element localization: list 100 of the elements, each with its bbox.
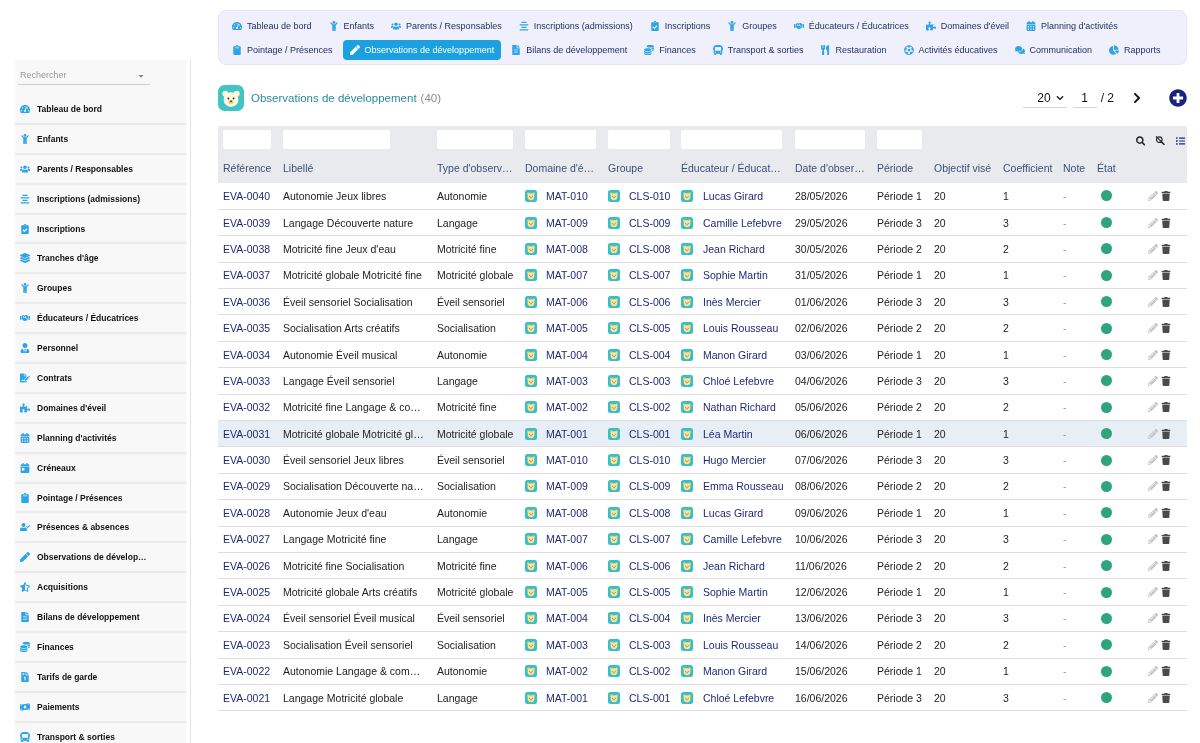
reference-link[interactable]: EVA-0030 xyxy=(223,454,271,467)
reference-link[interactable]: EVA-0038 xyxy=(223,242,271,255)
reference-link[interactable]: EVA-0033 xyxy=(223,374,271,387)
search-field[interactable]: Rechercher xyxy=(18,66,150,85)
nav-tab[interactable]: Inscriptions xyxy=(642,16,718,36)
reference-link[interactable]: EVA-0025 xyxy=(223,586,271,599)
group-link[interactable]: CLS-002 xyxy=(629,665,671,678)
sidebar-item[interactable]: Parents / Responsables xyxy=(15,154,186,185)
table-row[interactable]: EVA-0021 Langage Motricité globale Langage MAT-001 CLS-001 Chloé Lefebvre 16/06/2026 Période 3 20 3 - xyxy=(218,684,1187,711)
sidebar-item[interactable]: Inscriptions xyxy=(15,214,186,245)
domain-link[interactable]: MAT-010 xyxy=(546,189,588,202)
reference-link[interactable]: EVA-0028 xyxy=(223,506,271,519)
educator-link[interactable]: Chloé Lefebvre xyxy=(703,374,775,387)
column-header[interactable]: Groupe xyxy=(603,153,676,183)
domain-link[interactable]: MAT-006 xyxy=(546,295,588,308)
group-link[interactable]: CLS-002 xyxy=(629,401,671,414)
domain-link[interactable]: MAT-002 xyxy=(546,401,588,414)
trash-icon[interactable] xyxy=(1161,217,1171,228)
table-row[interactable]: EVA-0023 Socialisation Éveil sensoriel Socialisation MAT-003 CLS-003 Louis Rousseau 14/06/2026 Période 2 20 2 - xyxy=(218,631,1187,659)
column-header[interactable]: Période xyxy=(872,153,929,183)
group-link[interactable]: CLS-006 xyxy=(629,295,671,308)
table-row[interactable]: EVA-0022 Autonomie Langage & com… Autonomie MAT-002 CLS-002 Manon Girard 15/06/2026 Période 1 20 1 - xyxy=(218,658,1187,685)
educator-link[interactable]: Louis Rousseau xyxy=(703,322,779,335)
sidebar-item[interactable]: Personnel xyxy=(15,334,186,364)
educator-link[interactable]: Inès Mercier xyxy=(703,295,761,308)
table-row[interactable]: EVA-0038 Motricité fine Jeux d'eau Motricité fine MAT-008 CLS-008 Jean Richard 30/05/2026 Période 2 20 2 - xyxy=(218,235,1187,263)
sidebar-item[interactable]: Tarifs de garde xyxy=(15,662,186,693)
reference-link[interactable]: EVA-0039 xyxy=(223,216,271,229)
sidebar-item[interactable]: Finances xyxy=(15,633,186,663)
domain-link[interactable]: MAT-006 xyxy=(546,559,588,572)
nav-tab[interactable]: Pointage / Présences xyxy=(225,40,340,60)
nav-tab[interactable]: Parents / Responsables xyxy=(384,16,509,36)
sidebar-item[interactable]: Contrats xyxy=(15,364,186,394)
nav-tab[interactable]: Enfants xyxy=(321,16,382,36)
sidebar-item[interactable]: Planning d'activités xyxy=(15,423,186,454)
educator-link[interactable]: Emma Rousseau xyxy=(703,480,784,493)
group-link[interactable]: CLS-010 xyxy=(629,454,671,467)
trash-icon[interactable] xyxy=(1161,507,1171,518)
group-link[interactable]: CLS-009 xyxy=(629,216,671,229)
sidebar-item[interactable]: Transport & sorties xyxy=(15,722,186,743)
sidebar-item[interactable]: Inscriptions (admissions) xyxy=(15,184,186,215)
domain-link[interactable]: MAT-009 xyxy=(546,216,588,229)
group-link[interactable]: CLS-007 xyxy=(629,269,671,282)
educator-link[interactable]: Jean Richard xyxy=(703,242,765,255)
group-link[interactable]: CLS-003 xyxy=(629,638,671,651)
column-header[interactable]: Référence xyxy=(218,153,278,183)
educator-link[interactable]: Inès Mercier xyxy=(703,612,761,625)
column-header[interactable]: Objectif visé xyxy=(929,153,998,183)
column-header[interactable]: Note xyxy=(1058,153,1092,183)
trash-icon[interactable] xyxy=(1161,692,1171,703)
domain-link[interactable]: MAT-001 xyxy=(546,691,588,704)
sidebar-item[interactable]: Bilans de développement xyxy=(15,603,186,634)
sidebar-item[interactable]: Domaines d'éveil xyxy=(15,393,186,424)
list-icon[interactable] xyxy=(1175,135,1185,146)
table-row[interactable]: EVA-0033 Langage Éveil sensoriel Langage MAT-003 CLS-003 Chloé Lefebvre 04/06/2026 Période 3 20 3 - xyxy=(218,367,1187,395)
trash-icon[interactable] xyxy=(1161,455,1171,466)
group-link[interactable]: CLS-009 xyxy=(629,480,671,493)
trash-icon[interactable] xyxy=(1161,587,1171,598)
table-row[interactable]: EVA-0026 Motricité fine Socialisation Motricité fine MAT-006 CLS-006 Jean Richard 11/06/2026 Période 2 20 2 - xyxy=(218,552,1187,579)
sidebar-item[interactable]: Créneaux xyxy=(15,453,186,484)
next-page-button[interactable] xyxy=(1131,92,1143,104)
trash-icon[interactable] xyxy=(1161,639,1171,650)
reference-link[interactable]: EVA-0036 xyxy=(223,295,271,308)
table-row[interactable]: EVA-0027 Langage Motricité fine Langage MAT-007 CLS-007 Camille Lefebvre 10/06/2026 Période 3 20 3 - xyxy=(218,526,1187,553)
domain-link[interactable]: MAT-005 xyxy=(546,322,588,335)
domain-link[interactable]: MAT-009 xyxy=(546,480,588,493)
nav-tab[interactable]: Éducateurs / Éducatrices xyxy=(786,16,916,36)
column-header[interactable]: Date d'obser… xyxy=(790,153,872,183)
sidebar-item[interactable]: Présences & absences xyxy=(15,513,186,544)
trash-icon[interactable] xyxy=(1161,243,1171,254)
add-button[interactable] xyxy=(1169,89,1187,107)
reference-link[interactable]: EVA-0024 xyxy=(223,612,271,625)
nav-tab[interactable]: Tableau de bord xyxy=(225,16,319,36)
domain-link[interactable]: MAT-003 xyxy=(546,638,588,651)
trash-icon[interactable] xyxy=(1161,375,1171,386)
column-header[interactable]: Coefficient xyxy=(998,153,1058,183)
table-row[interactable]: EVA-0029 Socialisation Découverte na… Socialisation MAT-009 CLS-009 Emma Rousseau 08/06/2026 Période 2 20 2 - xyxy=(218,473,1187,500)
reference-link[interactable]: EVA-0034 xyxy=(223,348,271,361)
table-row[interactable]: EVA-0032 Motricité fine Langage & co… Motricité fine MAT-002 CLS-002 Nathan Richard 05/06/2026 Période 2 20 2 - xyxy=(218,394,1187,421)
educator-link[interactable]: Nathan Richard xyxy=(703,401,776,414)
group-link[interactable]: CLS-006 xyxy=(629,559,671,572)
educator-link[interactable]: Jean Richard xyxy=(703,559,765,572)
sidebar-item[interactable]: Éducateurs / Éducatrices xyxy=(15,304,186,335)
educator-link[interactable]: Manon Girard xyxy=(703,348,768,361)
table-row[interactable]: EVA-0024 Éveil sensoriel Éveil musical Éveil sensoriel MAT-004 CLS-004 Inès Mercier 13/06/2026 Période 3 20 3 - xyxy=(218,605,1187,632)
group-link[interactable]: CLS-005 xyxy=(629,322,671,335)
trash-icon[interactable] xyxy=(1161,349,1171,360)
nav-tab[interactable]: Planning d'activités xyxy=(1019,16,1125,36)
trash-icon[interactable] xyxy=(1161,270,1171,281)
educator-link[interactable]: Sophie Martin xyxy=(703,269,768,282)
trash-icon[interactable] xyxy=(1161,666,1171,677)
reference-link[interactable]: EVA-0035 xyxy=(223,322,271,335)
domain-link[interactable]: MAT-004 xyxy=(546,348,588,361)
sidebar-item[interactable]: Tranches d'âge xyxy=(15,244,186,275)
domain-link[interactable]: MAT-002 xyxy=(546,665,588,678)
table-row[interactable]: EVA-0037 Motricité globale Motricité fine Motricité globale MAT-007 CLS-007 Sophie Martin 31/05/2026 Période 1 20 1 - xyxy=(218,262,1187,289)
search-icon[interactable] xyxy=(1136,135,1146,146)
trash-icon[interactable] xyxy=(1161,481,1171,492)
reference-link[interactable]: EVA-0037 xyxy=(223,269,271,282)
domain-link[interactable]: MAT-008 xyxy=(546,506,588,519)
